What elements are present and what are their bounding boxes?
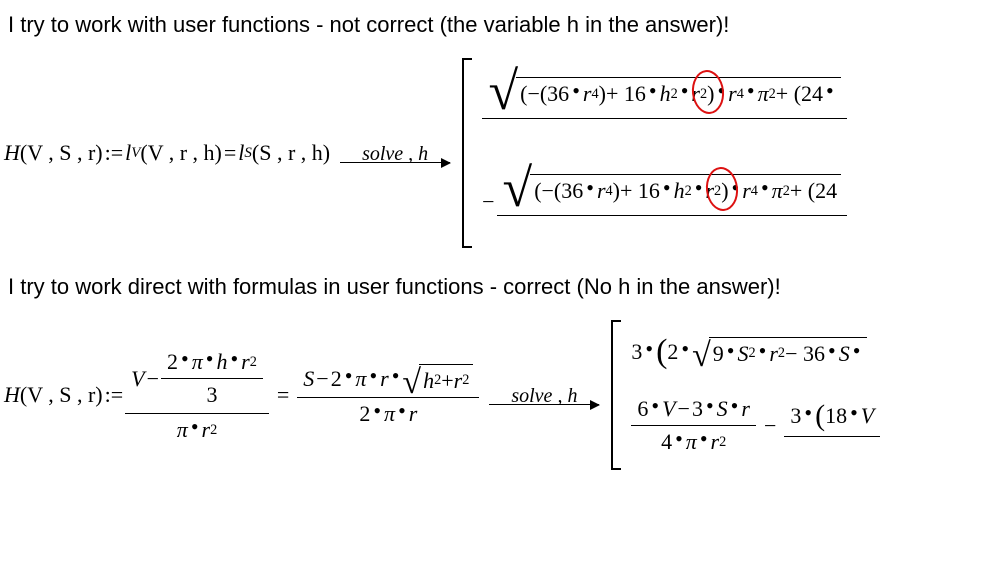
equation-1: H (V , S , r) := l V (V , r , h) = l S (… [4,58,999,248]
solution-2a: 3 • ( 2 • √ 9 • S2 • r2 − 36 [631,333,880,371]
eq-sym: = [222,140,238,166]
assign-op-2: := [103,382,126,408]
ls-args: (S , r , h) [252,140,330,166]
solve-arrow-1: solve , h [340,143,450,163]
func-H2-name: H [4,382,20,408]
solution-1b: − √ (−(36 • r4 ) + 16 [482,172,847,231]
fraction-left: V − 2 • π • h • r2 3 [125,345,269,445]
result-bracket-1: √ (−(36 • r4 ) + 16 • h2 • r2 [460,58,855,248]
func-H-name: H [4,140,20,166]
lv-args: (V , r , h) [140,140,221,166]
caption-1: I try to work with user functions - not … [8,12,999,38]
lv-sub: V [131,145,140,162]
assign-op: := [103,140,126,166]
solution-1a: √ (−(36 • r4 ) + 16 • h2 • r2 [482,75,847,134]
solution-2b: 6 • V − 3 • S • r 4 • [631,394,880,457]
caption-2: I try to work direct with formulas in us… [8,274,999,300]
eq-sym-2: = [269,382,297,408]
func-H2-args: (V , S , r) [20,382,103,408]
fraction-right: S − 2 • π • r • √ h2 + r2 2 [297,362,479,429]
ls-sub: S [244,145,251,162]
solve-arrow-2: solve , h [489,385,599,405]
equation-2: H (V , S , r) := V − 2 • π • h • r2 [4,320,999,470]
result-bracket-2: 3 • ( 2 • √ 9 • S2 • r2 − 36 [609,320,888,470]
func-H-args: (V , S , r) [20,140,103,166]
